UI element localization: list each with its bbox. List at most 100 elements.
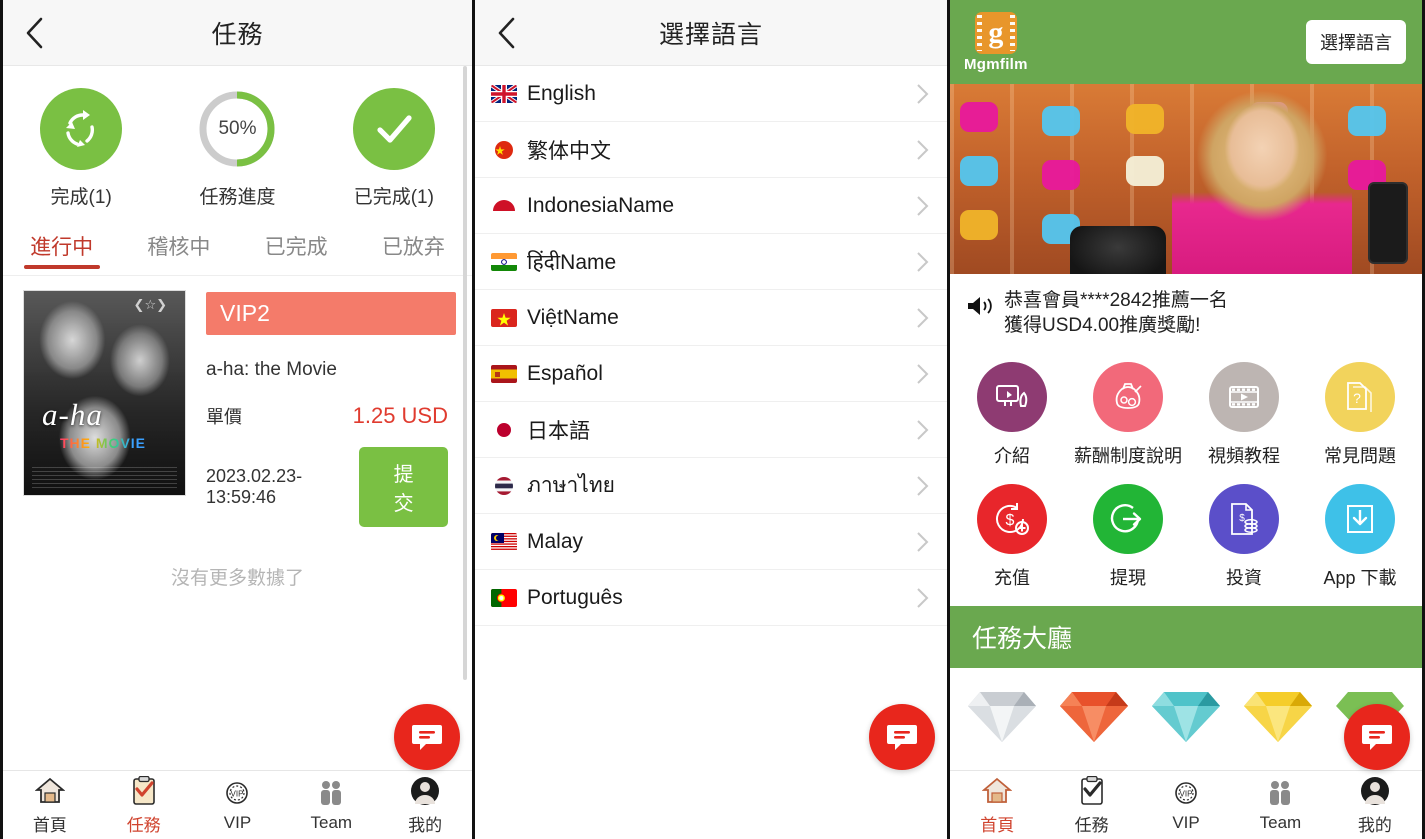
- poster-title: a-ha: [42, 397, 103, 432]
- no-more-data-text: 沒有更多數據了: [170, 568, 304, 589]
- diamond-tier-gold[interactable]: [1232, 684, 1324, 746]
- diamond-orange-icon: [1060, 692, 1128, 743]
- meta-row: 2023.02.23-13:59:46 提交: [206, 447, 456, 527]
- language-item-thai[interactable]: ภาษาไทย: [475, 458, 947, 514]
- tabbar-item-tasks[interactable]: 任務: [97, 775, 191, 836]
- tabbar-label: 我的: [1357, 815, 1392, 835]
- shortcut-app-download[interactable]: App 下載: [1302, 474, 1418, 596]
- tabbar-label: 任務: [126, 815, 161, 835]
- tabbar-item-home[interactable]: 首頁: [950, 775, 1044, 836]
- page-title: 任務: [211, 20, 264, 49]
- task-card[interactable]: ❮☆❯ a-ha THE MOVIE VIP2 a-ha: the Movie …: [3, 276, 472, 527]
- shortcut-label: 常見問題: [1324, 446, 1396, 467]
- shortcut-deposit[interactable]: $ 充值: [954, 474, 1070, 596]
- tab-completed[interactable]: 已完成: [238, 223, 355, 267]
- tv-prop: [1348, 106, 1386, 136]
- language-item-chinese[interactable]: 繁体中文: [475, 122, 947, 178]
- task-lobby-title: 任務大廳: [972, 625, 1073, 654]
- stat-in-progress[interactable]: 完成(1): [3, 88, 159, 209]
- progress-ring: 50%: [196, 88, 278, 170]
- hero-banner-image[interactable]: [950, 84, 1422, 274]
- diamond-tier-silver[interactable]: [956, 684, 1048, 746]
- tabbar-item-mine[interactable]: 我的: [378, 775, 472, 836]
- check-badge: [352, 88, 435, 170]
- shortcut-intro[interactable]: 介紹: [954, 352, 1070, 474]
- recycle-arrows-badge: [40, 88, 123, 170]
- language-item-hindi[interactable]: हिंदीName: [475, 234, 947, 290]
- back-button[interactable]: [3, 0, 65, 66]
- chat-fab-button[interactable]: [1344, 704, 1410, 770]
- shortcut-salary-system[interactable]: 薪酬制度說明: [1070, 352, 1186, 474]
- money-bag-badge: [1093, 362, 1163, 433]
- diamond-teal-icon: [1152, 692, 1220, 743]
- tabbar-label: 我的: [408, 815, 443, 835]
- poster-credits-block: [32, 467, 177, 489]
- chat-fab-button[interactable]: [869, 704, 935, 770]
- page-title: 選擇語言: [658, 20, 763, 49]
- shortcut-label: 薪酬制度說明: [1074, 446, 1182, 467]
- three-panel-screenshot: 任務 完成(1) 50% 任務進度 已完成(1) 進行中 稽核中 已完成 已放弃…: [0, 0, 1425, 839]
- shortcut-label: 提現: [1110, 568, 1146, 589]
- monitor-presentation-icon: [996, 385, 1028, 408]
- diamond-tier-orange[interactable]: [1048, 684, 1140, 746]
- tv-prop: [960, 156, 998, 186]
- language-item-vietnam[interactable]: ViệtName: [475, 290, 947, 346]
- language-item-portuguese[interactable]: Português: [475, 570, 947, 626]
- chevron-right-icon: [916, 139, 929, 161]
- diamond-tier-teal[interactable]: [1140, 684, 1232, 746]
- shortcut-faq[interactable]: ? 常見問題: [1302, 352, 1418, 474]
- shortcut-invest[interactable]: $ 投資: [1186, 474, 1302, 596]
- shortcut-withdraw[interactable]: 提現: [1070, 474, 1186, 596]
- language-list: English 繁体中文 IndonesiaName हिंदीName Việ…: [475, 66, 947, 626]
- select-language-button[interactable]: 選擇語言: [1306, 20, 1406, 64]
- language-label: Malay: [527, 529, 584, 553]
- film-logo-icon: g: [974, 11, 1017, 54]
- shortcut-label: 介紹: [994, 446, 1030, 467]
- laurel-icon: ❮☆❯: [133, 297, 167, 312]
- clipboard-check-icon: [1079, 775, 1105, 807]
- task-status-tabs: 進行中 稽核中 已完成 已放弃: [3, 215, 472, 267]
- tabbar-item-tasks[interactable]: 任務: [1044, 775, 1138, 836]
- tabbar-item-home[interactable]: 首頁: [3, 775, 97, 836]
- back-button[interactable]: [475, 0, 537, 66]
- language-label: ViệtName: [527, 305, 619, 329]
- invest-document-badge: $: [1209, 484, 1279, 555]
- price-row: 單價 1.25 USD: [206, 403, 456, 429]
- diamond-silver-icon: [968, 692, 1036, 743]
- tab-abandoned[interactable]: 已放弃: [355, 223, 472, 267]
- chevron-right-icon: [916, 307, 929, 329]
- language-item-english[interactable]: English: [475, 66, 947, 122]
- stat-completed[interactable]: 已完成(1): [316, 88, 472, 209]
- tab-in-progress[interactable]: 進行中: [3, 223, 120, 267]
- language-item-spanish[interactable]: Español: [475, 346, 947, 402]
- tabbar-item-team[interactable]: Team: [284, 777, 378, 833]
- announcement-line-2: 獲得USD4.00推廣獎勵!: [1004, 315, 1201, 337]
- tv-prop: [1042, 106, 1080, 136]
- language-label: 日本語: [527, 419, 590, 443]
- task-lobby-header: 任務大廳: [950, 606, 1422, 669]
- user-avatar-icon: [410, 775, 440, 807]
- withdraw-icon: [1110, 504, 1142, 533]
- submit-button[interactable]: 提交: [359, 447, 448, 527]
- panel-language: 選擇語言 English 繁体中文 IndonesiaName हिंदीNam…: [475, 0, 950, 839]
- flag-indonesia-icon: [491, 197, 517, 215]
- tabbar-label: Team: [310, 813, 353, 832]
- tabbar-item-vip[interactable]: VIP VIP: [191, 777, 285, 833]
- people-icon: [1265, 777, 1295, 809]
- vertical-scrollbar[interactable]: [463, 66, 467, 680]
- tabbar-item-team[interactable]: Team: [1233, 777, 1327, 833]
- language-item-malay[interactable]: Malay: [475, 514, 947, 570]
- shortcut-video-tutorial[interactable]: 視頻教程: [1186, 352, 1302, 474]
- tabbar-item-vip[interactable]: VIP VIP: [1139, 777, 1233, 833]
- tv-prop: [960, 102, 998, 132]
- language-item-indonesia[interactable]: IndonesiaName: [475, 178, 947, 234]
- price-label: 單價: [206, 407, 242, 427]
- chat-fab-button[interactable]: [394, 704, 460, 770]
- tabbar-item-mine[interactable]: 我的: [1328, 775, 1422, 836]
- tab-reviewing[interactable]: 稽核中: [120, 223, 237, 267]
- chat-bubble-icon: [412, 725, 442, 750]
- language-item-japanese[interactable]: 日本語: [475, 402, 947, 458]
- panel-home: g Mgmfilm 選擇語言 恭喜會員****2842推薦一名 獲得USD4.0…: [950, 0, 1425, 839]
- announcement-banner[interactable]: 恭喜會員****2842推薦一名 獲得USD4.00推廣獎勵!: [950, 274, 1422, 348]
- download-icon: [1347, 505, 1373, 534]
